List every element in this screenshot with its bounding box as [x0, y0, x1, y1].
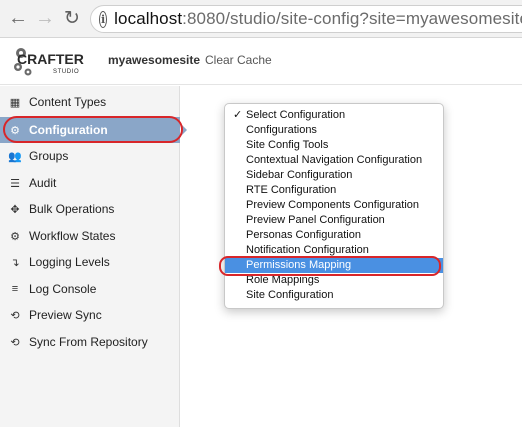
checkmark-icon: ✓: [233, 109, 243, 121]
option-label: Site Configuration: [246, 289, 334, 301]
option-site-config-tools[interactable]: Site Config Tools: [225, 138, 443, 153]
sidebar-item-label: Workflow States: [29, 229, 116, 243]
refresh-icon: ⟲: [10, 309, 20, 322]
option-select-configuration[interactable]: ✓ Select Configuration: [225, 108, 443, 123]
reload-icon[interactable]: ↻: [61, 7, 83, 29]
sidebar-item-label: Audit: [29, 176, 57, 190]
option-label: Personas Configuration: [246, 229, 361, 241]
option-label: Contextual Navigation Configuration: [246, 154, 423, 166]
arrows-icon: ✥: [10, 203, 20, 216]
option-label: Select Configuration: [246, 109, 346, 121]
config-select-dropdown[interactable]: ✓ Select Configuration Configurations Si…: [224, 103, 444, 309]
active-indicator-arrow: [181, 124, 187, 136]
option-site-configuration[interactable]: Site Configuration: [225, 288, 443, 303]
grid-icon: ▦: [9, 96, 21, 109]
option-label: Permissions Mapping: [246, 259, 352, 271]
site-name[interactable]: myawesomesite: [108, 53, 200, 67]
sidebar-item-configuration[interactable]: ⚙ Configuration: [0, 117, 180, 143]
option-label: Preview Components Configuration: [246, 199, 420, 211]
option-contextual-navigation-configuration[interactable]: Contextual Navigation Configuration: [225, 153, 443, 168]
sidebar-item-label: Sync From Repository: [29, 335, 148, 349]
logo-text-studio: STUDIO: [53, 69, 79, 75]
browser-toolbar: ← → ↻ i localhost:8080/studio/site-confi…: [0, 0, 522, 38]
sidebar-item-groups[interactable]: 👥 Groups: [0, 143, 180, 169]
url-host: localhost: [114, 9, 183, 28]
option-label: Role Mappings: [246, 274, 320, 286]
address-bar[interactable]: i localhost:8080/studio/site-config?site…: [90, 5, 522, 33]
crafter-studio-logo[interactable]: CRAFTER STUDIO: [12, 41, 84, 81]
sidebar-item-label: Logging Levels: [29, 255, 110, 269]
back-arrow-icon[interactable]: ←: [7, 7, 29, 29]
forward-arrow-icon[interactable]: →: [34, 7, 56, 29]
option-label: RTE Configuration: [246, 184, 337, 196]
gear-icon: ⚙: [10, 230, 20, 243]
sidebar-item-content-types[interactable]: ▦ Content Types: [0, 89, 180, 115]
sidebar-item-label: Preview Sync: [29, 308, 102, 322]
sidebar-item-sync-from-repository[interactable]: ⟲ Sync From Repository: [0, 329, 180, 355]
url-text[interactable]: localhost:8080/studio/site-config?site=m…: [114, 9, 522, 29]
info-icon[interactable]: i: [99, 10, 108, 28]
option-personas-configuration[interactable]: Personas Configuration: [225, 228, 443, 243]
option-preview-panel-configuration[interactable]: Preview Panel Configuration: [225, 213, 443, 228]
url-path: :8080/studio/site-config?site=myawesomes…: [182, 9, 522, 28]
sidebar-item-label: Content Types: [29, 95, 107, 109]
logo-text-crafter: CRAFTER: [17, 51, 84, 67]
option-permissions-mapping[interactable]: Permissions Mapping: [225, 258, 443, 273]
option-label: Preview Panel Configuration: [246, 214, 385, 226]
option-label: Sidebar Configuration: [246, 169, 353, 181]
align-left-icon: ≡: [11, 283, 19, 295]
option-label: Notification Configuration: [246, 244, 369, 256]
sidebar-item-log-console[interactable]: ≡ Log Console: [0, 276, 180, 302]
sidebar-item-preview-sync[interactable]: ⟲ Preview Sync: [0, 302, 180, 328]
app-header: CRAFTER STUDIO myawesomesite Clear Cache: [0, 38, 522, 85]
option-preview-components-configuration[interactable]: Preview Components Configuration: [225, 198, 443, 213]
clear-cache-link[interactable]: Clear Cache: [205, 53, 272, 67]
option-configurations[interactable]: Configurations: [225, 123, 443, 138]
sidebar-item-label: Groups: [29, 149, 69, 163]
sidebar-item-logging-levels[interactable]: ↴ Logging Levels: [0, 249, 180, 275]
option-label: Site Config Tools: [246, 139, 329, 151]
sidebar-item-label: Bulk Operations: [29, 202, 115, 216]
sidebar-item-audit[interactable]: ☰ Audit: [0, 170, 180, 196]
list-icon: ☰: [10, 177, 20, 190]
sidebar-item-workflow-states[interactable]: ⚙ Workflow States: [0, 223, 180, 249]
refresh-icon: ⟲: [10, 336, 20, 349]
option-role-mappings[interactable]: Role Mappings: [225, 273, 443, 288]
option-notification-configuration[interactable]: Notification Configuration: [225, 243, 443, 258]
sidebar: ▦ Content Types ⚙ Configuration 👥 Groups…: [0, 86, 180, 427]
users-icon: 👥: [8, 150, 22, 163]
gear-icon: ⚙: [10, 124, 20, 137]
level-down-icon: ↴: [10, 256, 20, 269]
sidebar-item-bulk-operations[interactable]: ✥ Bulk Operations: [0, 196, 180, 222]
sidebar-item-label: Configuration: [29, 123, 108, 137]
sidebar-item-label: Log Console: [29, 282, 97, 296]
option-sidebar-configuration[interactable]: Sidebar Configuration: [225, 168, 443, 183]
option-label: Configurations: [246, 124, 317, 136]
option-rte-configuration[interactable]: RTE Configuration: [225, 183, 443, 198]
